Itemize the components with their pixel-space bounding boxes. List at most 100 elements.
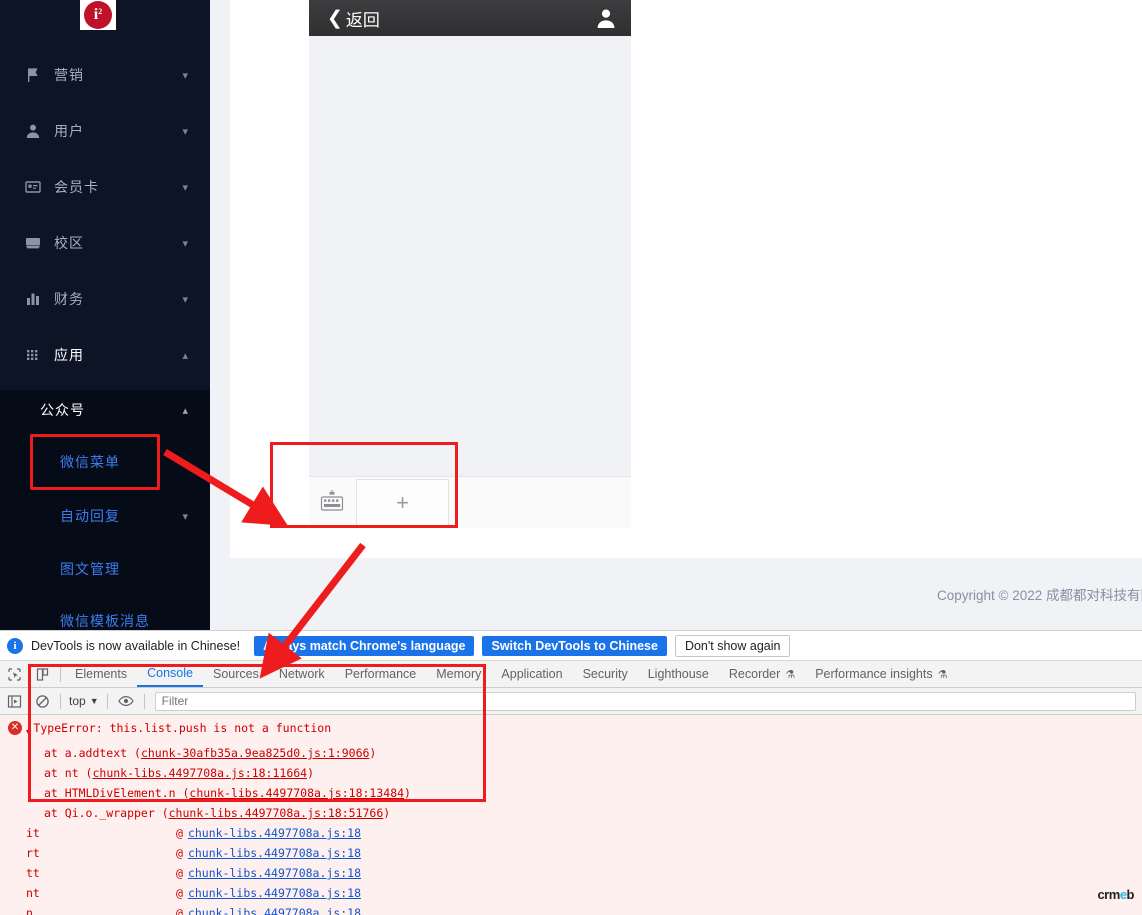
execution-context-label: top xyxy=(69,694,86,708)
app-logo[interactable]: i2 xyxy=(80,0,116,30)
stack-frame-text: at HTMLDivElement.n ( xyxy=(44,786,190,800)
card-icon xyxy=(24,178,42,196)
crmeb-watermark: crmeb xyxy=(1097,887,1134,902)
toolbar-divider xyxy=(60,666,61,682)
tab-lighthouse[interactable]: Lighthouse xyxy=(638,661,719,687)
tab-elements[interactable]: Elements xyxy=(65,661,137,687)
expand-triangle-icon[interactable]: ▼ xyxy=(26,723,31,743)
content-card: ❮ 返回 + xyxy=(230,0,1142,558)
logo-superscript: 2 xyxy=(98,6,103,16)
sidebar-item-wechat-menu[interactable]: 微信菜单 xyxy=(0,442,210,482)
devtools-language-notice: i DevTools is now available in Chinese! … xyxy=(0,631,1142,661)
sidebar-item-label: 校区 xyxy=(54,235,84,251)
tab-network[interactable]: Network xyxy=(269,661,335,687)
tab-application[interactable]: Application xyxy=(491,661,572,687)
tab-performance-insights-label: Performance insights xyxy=(815,667,933,681)
console-toolbar: top ▼ xyxy=(0,688,1142,715)
subitem-label: 图文管理 xyxy=(60,561,120,577)
sidebar-item-auto-reply[interactable]: 自动回复 ▾ xyxy=(0,496,210,536)
stack-frame-link[interactable]: chunk-libs.4497708a.js:18:51766 xyxy=(169,806,384,820)
chevron-down-icon: ▾ xyxy=(182,125,188,138)
stack-frame-text: at Qi.o._wrapper ( xyxy=(44,806,169,820)
watermark-dot: e xyxy=(1119,887,1127,902)
trace-at: @ xyxy=(176,906,183,915)
chevron-down-icon: ▼ xyxy=(89,696,99,706)
sidebar-item-campus[interactable]: 校区 ▾ xyxy=(0,223,210,263)
trace-row: n @ chunk-libs.4497708a.js:18 xyxy=(0,903,1142,915)
execution-context-selector[interactable]: top ▼ xyxy=(65,694,103,708)
bar-chart-icon xyxy=(24,290,42,308)
stack-frame-tail: ) xyxy=(383,806,391,820)
toolbar-divider xyxy=(60,693,61,709)
trace-link[interactable]: chunk-libs.4497708a.js:18 xyxy=(188,843,361,863)
info-icon: i xyxy=(7,637,23,654)
error-message: TypeError: this.list.push is not a funct… xyxy=(33,721,332,735)
trace-function: rt xyxy=(26,846,40,860)
subitem-label: 微信菜单 xyxy=(60,454,120,470)
phone-body xyxy=(309,36,631,476)
store-icon xyxy=(24,234,42,252)
trace-at: @ xyxy=(176,846,183,860)
toolbar-divider xyxy=(106,693,108,709)
user-avatar-icon[interactable] xyxy=(595,7,617,29)
switch-devtools-to-chinese-button[interactable]: Switch DevTools to Chinese xyxy=(482,635,667,656)
clear-console-icon[interactable] xyxy=(28,688,56,714)
submenu-header-official-account[interactable]: 公众号 ▴ xyxy=(0,390,210,430)
always-match-language-button[interactable]: Always match Chrome's language xyxy=(254,635,475,656)
phone-back-button[interactable]: ❮ 返回 xyxy=(327,6,380,31)
sidebar-item-users[interactable]: 用户 ▾ xyxy=(0,111,210,151)
tab-performance[interactable]: Performance xyxy=(335,661,427,687)
chevron-down-icon: ▾ xyxy=(182,293,188,306)
console-sidebar-icon[interactable] xyxy=(0,688,28,714)
stack-frame-link[interactable]: chunk-libs.4497708a.js:18:13484 xyxy=(189,786,404,800)
stack-frame-text: at a.addtext ( xyxy=(44,746,141,760)
stack-frame-tail: ) xyxy=(404,786,411,800)
tab-memory[interactable]: Memory xyxy=(426,661,491,687)
live-expression-icon[interactable] xyxy=(112,688,140,714)
tab-performance-insights[interactable]: Performance insights ⚗ xyxy=(805,661,957,687)
sidebar-item-label: 会员卡 xyxy=(54,179,99,195)
stack-frame-link[interactable]: chunk-libs.4497708a.js:18:11664 xyxy=(92,766,307,780)
sidebar-item-article-management[interactable]: 图文管理 xyxy=(0,549,210,589)
filter-input[interactable] xyxy=(154,691,1136,711)
trace-row: nt @ chunk-libs.4497708a.js:18 xyxy=(0,883,1142,903)
user-icon xyxy=(24,122,42,140)
tab-security[interactable]: Security xyxy=(573,661,638,687)
trace-function: n xyxy=(26,906,33,915)
tab-console[interactable]: Console xyxy=(137,661,203,687)
error-icon: ✕ xyxy=(8,721,22,735)
phone-title-bar: ❮ 返回 xyxy=(309,0,631,36)
tab-recorder[interactable]: Recorder ⚗ xyxy=(719,661,805,687)
stack-frame-link[interactable]: chunk-30afb35a.9ea825d0.js:1:9066 xyxy=(141,746,369,760)
watermark-post: b xyxy=(1126,887,1135,902)
phone-back-label: 返回 xyxy=(345,10,380,30)
device-toolbar-icon[interactable] xyxy=(28,661,56,687)
sidebar-item-finance[interactable]: 财务 ▾ xyxy=(0,279,210,319)
sidebar-item-membership-card[interactable]: 会员卡 ▾ xyxy=(0,167,210,207)
dont-show-again-button[interactable]: Don't show again xyxy=(674,634,791,657)
sidebar-item-marketing[interactable]: 营销 ▾ xyxy=(0,55,210,95)
tab-sources[interactable]: Sources xyxy=(203,661,269,687)
stack-frame: at Qi.o._wrapper (chunk-libs.4497708a.js… xyxy=(44,803,1142,823)
chevron-down-icon: ▾ xyxy=(182,237,188,250)
phone-preview: ❮ 返回 + xyxy=(309,0,631,528)
trace-link[interactable]: chunk-libs.4497708a.js:18 xyxy=(188,823,361,843)
trace-row: tt @ chunk-libs.4497708a.js:18 xyxy=(0,863,1142,883)
trace-link[interactable]: chunk-libs.4497708a.js:18 xyxy=(188,883,361,903)
trace-link[interactable]: chunk-libs.4497708a.js:18 xyxy=(188,903,361,915)
keyboard-icon[interactable] xyxy=(309,477,355,529)
stack-frame-tail: ) xyxy=(307,766,315,780)
sidebar-item-apps[interactable]: 应用 ▴ xyxy=(0,335,210,375)
trace-at: @ xyxy=(176,826,183,840)
chevron-up-icon: ▴ xyxy=(182,349,188,362)
copyright-text: Copyright © 2022 成都都对科技有限 xyxy=(936,588,1142,603)
chevron-up-icon: ▴ xyxy=(182,404,188,417)
notice-message: DevTools is now available in Chinese! xyxy=(31,638,241,653)
console-error-entry[interactable]: ✕ ▼ TypeError: this.list.push is not a f… xyxy=(0,715,1142,915)
console-output[interactable]: ✕ ▼ TypeError: this.list.push is not a f… xyxy=(0,715,1142,915)
sidebar-item-wechat-template-message[interactable]: 微信模板消息 xyxy=(0,601,210,630)
add-menu-button[interactable]: + xyxy=(356,478,449,527)
inspect-icon[interactable] xyxy=(0,661,28,687)
trace-link[interactable]: chunk-libs.4497708a.js:18 xyxy=(188,863,361,883)
toolbar-divider xyxy=(143,693,145,709)
